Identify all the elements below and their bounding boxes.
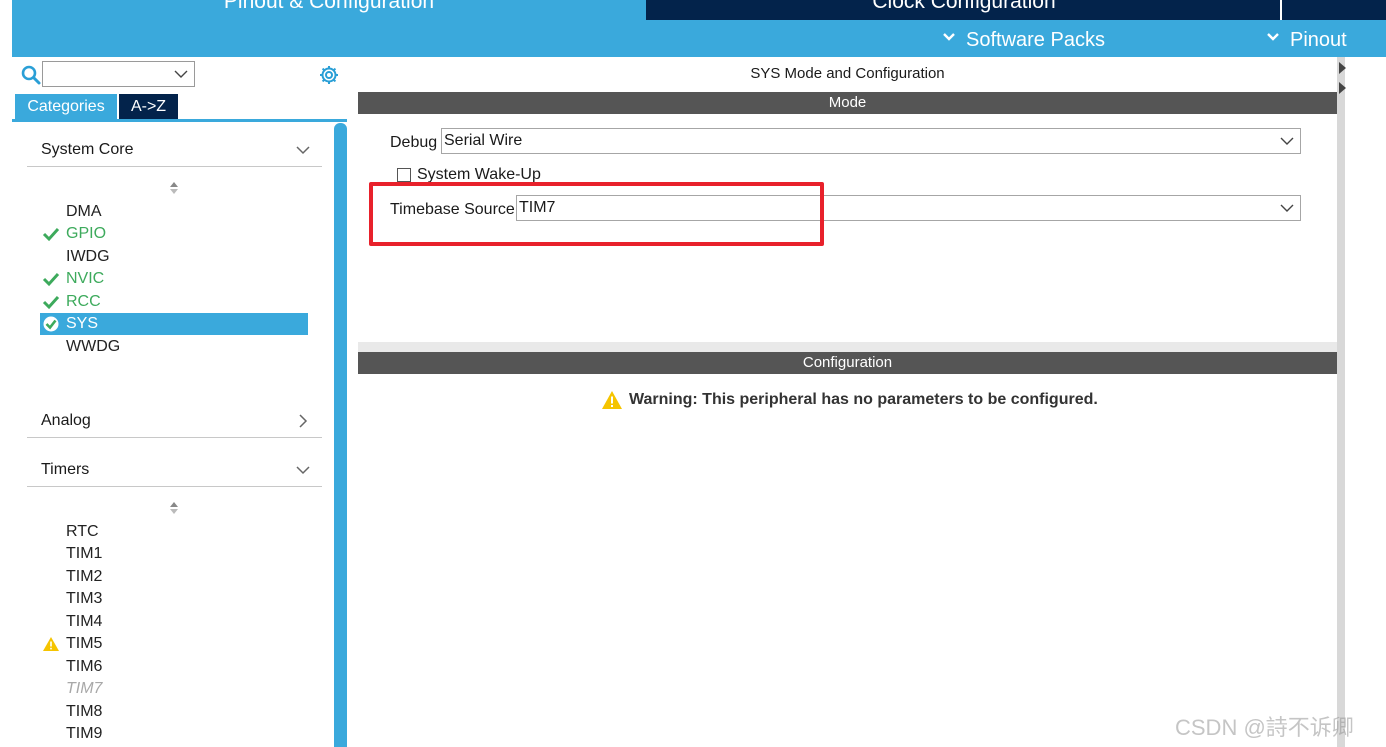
system-wakeup-checkbox[interactable] — [397, 168, 411, 182]
collapse-handle-icon[interactable] — [1337, 60, 1347, 96]
tab-underline — [12, 119, 347, 122]
list-item-iwdg[interactable]: IWDG — [40, 246, 308, 268]
list-item-rcc[interactable]: RCC — [40, 291, 308, 313]
section-system-core[interactable]: System Core — [27, 137, 322, 167]
section-divider — [358, 342, 1337, 352]
list-item-label: TIM1 — [66, 545, 103, 562]
list-item-tim6[interactable]: TIM6 — [40, 656, 308, 678]
list-item-tim9[interactable]: TIM9 — [40, 723, 308, 745]
list-item-tim8[interactable]: TIM8 — [40, 701, 308, 723]
list-item-label: RTC — [66, 523, 99, 540]
chevron-down-icon — [1267, 33, 1279, 41]
stm32cubemx-window: Pinout & Configuration Clock Configurati… — [0, 0, 1386, 747]
section-analog[interactable]: Analog — [27, 408, 322, 438]
sub-menu-bar: Software Packs Pinout — [12, 20, 1386, 57]
list-item-label: TIM9 — [66, 725, 103, 742]
section-timers-label: Timers — [41, 461, 90, 478]
gear-icon[interactable] — [318, 64, 340, 86]
panel-title: SYS Mode and Configuration — [750, 65, 945, 82]
mode-configuration-panel: SYS Mode and Configuration Mode Debug Se… — [358, 57, 1337, 747]
list-item-label: RCC — [66, 293, 101, 310]
section-timers[interactable]: Timers — [27, 457, 322, 487]
list-item-gpio[interactable]: GPIO — [40, 223, 308, 245]
list-item-label: TIM5 — [66, 635, 103, 652]
checkmark-icon — [42, 272, 60, 287]
list-item-sys[interactable]: SYS — [40, 313, 308, 335]
chevron-down-icon[interactable] — [296, 143, 310, 157]
sort-icon[interactable] — [168, 501, 180, 515]
list-item-label: TIM8 — [66, 703, 103, 720]
list-item-tim2[interactable]: TIM2 — [40, 566, 308, 588]
section-analog-label: Analog — [41, 412, 91, 429]
list-item-rtc[interactable]: RTC — [40, 521, 308, 543]
list-item-label: WWDG — [66, 338, 121, 355]
list-item-label: TIM7 — [66, 680, 103, 697]
warning-icon — [602, 391, 622, 409]
list-item-tim5[interactable]: TIM5 — [40, 633, 308, 655]
list-item-tim3[interactable]: TIM3 — [40, 588, 308, 610]
debug-select[interactable]: Serial Wire — [441, 128, 1301, 154]
chevron-down-icon[interactable] — [1280, 201, 1294, 215]
debug-select-value: Serial Wire — [444, 132, 523, 149]
list-item-tim4[interactable]: TIM4 — [40, 611, 308, 633]
configuration-header: Configuration — [358, 352, 1337, 374]
software-packs-label: Software Packs — [966, 29, 1105, 51]
list-item-label: TIM3 — [66, 590, 103, 607]
chevron-right-icon[interactable] — [296, 414, 310, 428]
tab-a-to-z[interactable]: A->Z — [119, 94, 178, 119]
list-item-tim7[interactable]: TIM7 — [40, 678, 308, 700]
list-item-label: NVIC — [66, 270, 105, 287]
software-packs-menu[interactable]: Software Packs — [942, 20, 1105, 57]
categories-panel: Categories A->Z System Core DMA GPIO IWD… — [12, 57, 347, 747]
list-item-label: DMA — [66, 203, 102, 220]
tab-categories[interactable]: Categories — [15, 94, 117, 119]
top-tab-bar: Pinout & Configuration Clock Configurati… — [12, 0, 1386, 20]
check-circle-icon — [43, 316, 59, 332]
tab-pinout-configuration-label: Pinout & Configuration — [223, 0, 435, 13]
chevron-down-icon — [943, 33, 955, 41]
list-item-label: TIM6 — [66, 658, 103, 675]
categories-scrollbar[interactable] — [334, 123, 347, 747]
section-system-core-label: System Core — [41, 141, 134, 158]
list-item-tim1[interactable]: TIM1 — [40, 543, 308, 565]
tab-clock-configuration-label: Clock Configuration — [872, 0, 1056, 13]
list-item-nvic[interactable]: NVIC — [40, 268, 308, 290]
list-item-wwdg[interactable]: WWDG — [40, 336, 308, 358]
debug-label: Debug — [390, 134, 438, 151]
chevron-down-icon[interactable] — [174, 67, 188, 81]
chevron-down-icon[interactable] — [296, 463, 310, 477]
list-item-label: GPIO — [66, 225, 107, 242]
warning-text: Warning: This peripheral has no paramete… — [629, 391, 1098, 408]
list-item-label: IWDG — [66, 248, 110, 265]
tab-separator — [1280, 0, 1282, 20]
search-input[interactable] — [42, 61, 195, 87]
search-icon[interactable] — [20, 64, 42, 86]
tab-pinout-configuration[interactable]: Pinout & Configuration — [12, 0, 646, 20]
list-item-label: TIM4 — [66, 613, 103, 630]
mode-header: Mode — [358, 92, 1337, 114]
pinout-menu-label: Pinout — [1290, 29, 1347, 51]
checkmark-icon — [42, 227, 60, 242]
checkmark-icon — [42, 295, 60, 310]
chevron-down-icon[interactable] — [1280, 134, 1294, 148]
watermark: CSDN @詩不诉卿 — [1175, 715, 1354, 740]
pinout-menu[interactable]: Pinout — [1266, 20, 1347, 57]
red-highlight-box — [369, 182, 824, 246]
list-item-label: SYS — [66, 315, 99, 332]
warning-icon — [43, 637, 59, 651]
list-item-dma[interactable]: DMA — [40, 201, 308, 223]
main-scrollbar[interactable] — [1337, 57, 1345, 747]
sort-icon[interactable] — [168, 181, 180, 195]
tab-clock-configuration[interactable]: Clock Configuration — [648, 0, 1280, 20]
list-item-label: TIM2 — [66, 568, 103, 585]
